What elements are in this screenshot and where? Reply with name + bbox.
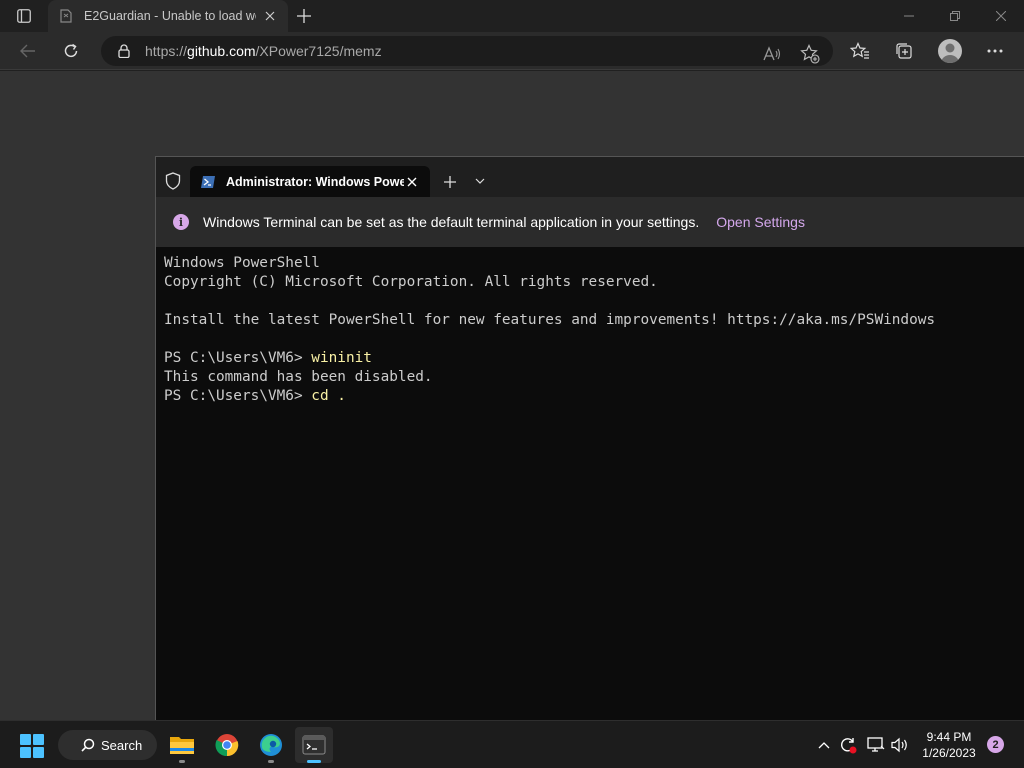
url-text: https://github.com/XPower7125/memz (145, 43, 382, 59)
chrome-icon (215, 734, 239, 757)
powershell-icon (201, 175, 215, 188)
restore-icon (950, 11, 960, 21)
minimize-button[interactable] (886, 0, 932, 32)
plus-icon (444, 176, 456, 188)
refresh-icon (64, 43, 78, 58)
chevron-down-icon (475, 178, 485, 184)
terminal-tab-bar: Administrator: Windows Powe (156, 157, 1024, 197)
terminal-output-text: Copyright (C) Microsoft Corporation. All… (164, 274, 658, 290)
read-aloud-icon (763, 46, 781, 61)
terminal-new-tab-button[interactable] (441, 173, 459, 191)
browser-toolbar: https://github.com/XPower7125/memz (0, 32, 1024, 70)
search-label: Search (101, 737, 143, 753)
terminal-line: Install the latest PowerShell for new fe… (164, 311, 1016, 330)
terminal-icon (302, 735, 326, 755)
close-icon (407, 177, 417, 186)
close-icon (265, 11, 275, 21)
terminal-prompt: PS C:\Users\VM6> (164, 388, 312, 404)
terminal-info-bar: i Windows Terminal can be set as the def… (156, 197, 1024, 247)
windows-logo-icon (20, 734, 31, 745)
window-controls (886, 0, 1024, 32)
terminal-output[interactable]: Windows PowerShell Copyright (C) Microsof… (156, 247, 1024, 413)
arrow-left-icon (20, 44, 35, 58)
search-icon (81, 738, 95, 752)
back-button[interactable] (15, 39, 41, 63)
read-aloud-button[interactable] (761, 43, 783, 65)
taskbar-edge[interactable] (252, 727, 290, 763)
open-settings-link[interactable]: Open Settings (716, 214, 805, 230)
windows-terminal-window: Administrator: Windows Powe i Windows Te… (155, 156, 1024, 720)
url-host: github.com (187, 43, 256, 59)
shield-icon (165, 172, 181, 190)
sync-alert-icon (841, 738, 857, 754)
clock-date: 1/26/2023 (922, 746, 976, 760)
show-hidden-icons-button[interactable] (814, 735, 834, 755)
collections-icon (896, 43, 912, 59)
folder-icon (170, 737, 194, 754)
star-add-icon (800, 44, 820, 64)
chevron-up-icon (818, 742, 830, 749)
browser-tab-title: E2Guardian - Unable to load wel (84, 9, 256, 23)
browser-tab-active[interactable]: E2Guardian - Unable to load wel (48, 0, 288, 32)
collections-button[interactable] (890, 37, 918, 65)
terminal-output-text: Install the latest PowerShell for new fe… (164, 312, 936, 328)
taskbar-clock[interactable]: 9:44 PM 1/26/2023 (916, 729, 982, 761)
edge-icon (260, 734, 282, 756)
favorites-icon (850, 42, 869, 59)
plus-icon (297, 9, 311, 23)
tray-network[interactable] (866, 735, 886, 755)
lock-icon[interactable] (117, 43, 131, 59)
taskbar-search-button[interactable]: Search (58, 730, 157, 760)
clock-time: 9:44 PM (926, 730, 972, 744)
url-path: /XPower7125/memz (255, 43, 382, 59)
browser-tab-close-button[interactable] (262, 8, 278, 24)
terminal-tab-active[interactable]: Administrator: Windows Powe (190, 166, 430, 197)
tray-volume[interactable] (890, 735, 910, 755)
terminal-prompt: PS C:\Users\VM6> (164, 350, 312, 366)
terminal-line: PS C:\Users\VM6> cd . (164, 387, 1016, 406)
terminal-line: This command has been disabled. (164, 368, 1016, 387)
restore-button[interactable] (932, 0, 978, 32)
terminal-line: PS C:\Users\VM6> wininit (164, 349, 1016, 368)
tab-actions-menu-button[interactable] (10, 6, 38, 26)
info-icon: i (173, 214, 189, 230)
add-favorite-button[interactable] (799, 43, 821, 65)
profile-avatar[interactable] (938, 39, 962, 63)
settings-more-button[interactable] (981, 37, 1009, 65)
network-icon (867, 737, 885, 752)
close-window-button[interactable] (978, 0, 1024, 32)
taskbar-file-explorer[interactable] (163, 727, 201, 763)
minimize-icon (904, 15, 914, 17)
person-icon (941, 43, 959, 63)
tab-actions-icon (17, 9, 31, 23)
info-bar-message: Windows Terminal can be set as the defau… (203, 214, 700, 230)
terminal-tab-title: Administrator: Windows Powe (226, 174, 404, 189)
terminal-command: cd . (311, 388, 346, 404)
close-icon (996, 11, 1006, 21)
terminal-profiles-dropdown[interactable] (473, 174, 487, 188)
tray-sync-alert[interactable] (838, 735, 858, 755)
terminal-output-text: This command has been disabled. (164, 369, 433, 385)
terminal-line: Windows PowerShell (164, 254, 1016, 273)
taskbar-terminal[interactable] (295, 727, 333, 763)
page-document-icon (60, 9, 72, 23)
terminal-line: Copyright (C) Microsoft Corporation. All… (164, 273, 1016, 292)
taskbar-chrome[interactable] (208, 727, 246, 763)
start-button[interactable] (20, 734, 44, 758)
terminal-tab-close-button[interactable] (404, 174, 420, 190)
address-bar[interactable]: https://github.com/XPower7125/memz (101, 36, 833, 66)
terminal-output-text: Windows PowerShell (164, 255, 320, 271)
url-scheme: https:// (145, 43, 188, 59)
refresh-button[interactable] (58, 39, 84, 63)
terminal-command: wininit (311, 350, 372, 366)
new-tab-button[interactable] (292, 4, 316, 28)
favorites-button[interactable] (846, 37, 874, 65)
volume-icon (891, 737, 907, 753)
more-horizontal-icon (987, 49, 1003, 53)
notification-badge[interactable]: 2 (987, 736, 1004, 753)
taskbar: Search 9:44 PM 1/26/2023 2 (0, 720, 1024, 768)
browser-tab-bar: E2Guardian - Unable to load wel (0, 0, 1024, 32)
